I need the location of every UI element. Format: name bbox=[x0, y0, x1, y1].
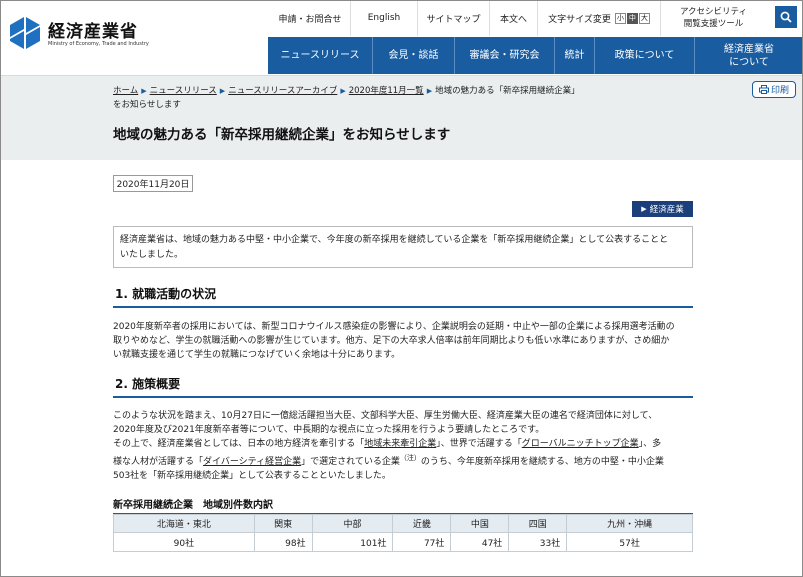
nav-policy[interactable]: 政策について bbox=[595, 37, 695, 74]
section2-p2-c: 」、多 bbox=[638, 439, 662, 449]
table-cell: 47社 bbox=[450, 532, 510, 552]
table-row: 90社 98社 101社 77社 47社 33社 57社 bbox=[113, 532, 693, 552]
section2-p2-f: のうち、今年度新卒採用を継続する、地方の中堅・中小企業 bbox=[420, 457, 664, 467]
section2-p2-b: 」、世界で活躍する「 bbox=[436, 439, 522, 449]
table-header-cell: 四国 bbox=[508, 514, 568, 533]
meti-logo[interactable]: 経済産業省 Ministry of Economy, Trade and Ind… bbox=[10, 15, 200, 55]
summary-box: 経済産業省は、地域の魅力ある中堅・中小企業で、今年度の新卒採用を継続している企業… bbox=[113, 226, 693, 268]
summary-line2: いたしました。 bbox=[120, 250, 184, 260]
section1-line3: い就職支援を通じて学生の就職につなげていく余地は十分にあります。 bbox=[113, 350, 401, 360]
accessibility-line2: 閲覧支援ツール bbox=[683, 19, 744, 29]
section1-paragraph: 2020年度新卒者の採用においては、新型コロナウイルス感染症の影響により、企業説… bbox=[113, 320, 697, 362]
section2-p2-a: その上で、経済産業省としては、日本の地方経済を牽引する「 bbox=[113, 439, 365, 449]
nav-about[interactable]: 経済産業省 について bbox=[695, 37, 803, 74]
table-cell: 90社 bbox=[113, 532, 255, 552]
breadcrumb-archive[interactable]: ニュースリリースアーカイブ bbox=[228, 86, 337, 96]
section1-heading: 1. 就職活動の状況 bbox=[113, 284, 693, 308]
table-header-cell: 近畿 bbox=[392, 514, 452, 533]
search-button[interactable] bbox=[775, 6, 797, 28]
footnote-marker[interactable]: （注） bbox=[400, 454, 421, 462]
breadcrumb-arrow-icon: ▶ bbox=[340, 87, 346, 95]
table-cell: 57社 bbox=[566, 532, 693, 552]
table-title: 新卒採用継続企業 地域別件数内訳 bbox=[113, 500, 273, 511]
nav-news[interactable]: ニュースリリース bbox=[268, 37, 373, 74]
table-header-cell: 中部 bbox=[311, 514, 394, 533]
breadcrumb-news[interactable]: ニュースリリース bbox=[150, 86, 217, 96]
logo-name: 経済産業省 bbox=[48, 22, 138, 42]
table-header-cell: 中国 bbox=[450, 514, 510, 533]
breadcrumb-arrow-icon: ▶ bbox=[426, 87, 433, 95]
table-cell: 33社 bbox=[508, 532, 568, 552]
breadcrumb-arrow-icon: ▶ bbox=[219, 87, 226, 95]
regional-breakdown-table: 北海道・東北 関東 中部 近畿 中国 四国 九州・沖縄 90社 98社 101社… bbox=[113, 514, 693, 552]
font-size-label: 文字サイズ変更 bbox=[548, 14, 611, 25]
print-label: 印刷 bbox=[770, 86, 789, 96]
sitemap-link[interactable]: サイトマップ bbox=[417, 0, 489, 36]
breadcrumb-month[interactable]: 2020年度11月一覧 bbox=[349, 86, 424, 96]
skip-to-content-link[interactable]: 本文へ bbox=[489, 0, 537, 36]
tag-arrow-icon: ▶ bbox=[641, 205, 647, 213]
english-link[interactable]: English bbox=[350, 0, 417, 36]
table-header-row: 北海道・東北 関東 中部 近畿 中国 四国 九州・沖縄 bbox=[113, 514, 693, 533]
inquiry-link[interactable]: 申請・お問合せ bbox=[270, 0, 350, 36]
meti-logo-icon bbox=[10, 17, 40, 49]
table-header-cell: 関東 bbox=[253, 514, 313, 533]
summary-line1: 経済産業省は、地域の魅力ある中堅・中小企業で、今年度の新卒採用を継続している企業… bbox=[120, 235, 669, 245]
section2-p1-line1: このような状況を踏まえ、10月27日に一億総活躍担当大臣、文部科学大臣、厚生労働… bbox=[113, 411, 658, 421]
nav-about-line2: について bbox=[729, 56, 769, 68]
breadcrumb-current-cont: をお知らせします bbox=[113, 100, 181, 110]
table-header-cell: 北海道・東北 bbox=[113, 514, 255, 533]
page-title: 地域の魅力ある「新卒採用継続企業」をお知らせします bbox=[113, 127, 451, 143]
link-diversity-management[interactable]: ダイバーシティ経営企業 bbox=[203, 457, 301, 467]
table-cell: 101社 bbox=[311, 532, 394, 552]
font-size-control: 文字サイズ変更 小 中 大 bbox=[537, 0, 660, 36]
nav-stats[interactable]: 統計 bbox=[555, 37, 595, 74]
font-size-medium-button[interactable]: 中 bbox=[626, 12, 638, 24]
section2-p2-e: 」で選定されている企業 bbox=[301, 457, 400, 467]
main-navigation: ニュースリリース 会見・談話 審議会・研究会 統計 政策について 経済産業省 につ… bbox=[268, 37, 803, 74]
section2-paragraph1: このような状況を踏まえ、10月27日に一億総活躍担当大臣、文部科学大臣、厚生労働… bbox=[113, 409, 697, 437]
font-size-small-button[interactable]: 小 bbox=[614, 12, 626, 24]
table-cell: 98社 bbox=[253, 532, 313, 552]
section2-p1-line2: 2020年度及び2021年度新卒者等について、中長期的な視点に立った採用を行うよ… bbox=[113, 425, 545, 435]
release-date: 2020年11月20日 bbox=[113, 175, 193, 192]
nav-press[interactable]: 会見・談話 bbox=[373, 37, 455, 74]
breadcrumb: ホーム ▶ ニュースリリース ▶ ニュースリリースアーカイブ ▶ 2020年度11月一覧 ▶ 地… bbox=[113, 84, 633, 112]
category-tag[interactable]: ▶ 経済産業 bbox=[632, 201, 693, 217]
section1-line1: 2020年度新卒者の採用においては、新型コロナウイルス感染症の影響により、企業説… bbox=[113, 322, 675, 332]
section2-heading: 2. 施策概要 bbox=[113, 374, 693, 398]
breadcrumb-home[interactable]: ホーム bbox=[113, 86, 138, 96]
search-icon bbox=[780, 11, 792, 23]
link-regional-future-companies[interactable]: 地域未来牽引企業 bbox=[364, 439, 436, 449]
logo-subtitle: Ministry of Economy, Trade and Industry bbox=[48, 41, 149, 47]
table-cell: 77社 bbox=[392, 532, 452, 552]
section2-paragraph2: その上で、経済産業省としては、日本の地方経済を牽引する「地域未来牽引企業」、世界… bbox=[113, 437, 697, 483]
breadcrumb-current: 地域の魅力ある「新卒採用継続企業」 bbox=[435, 86, 580, 96]
table-header-cell: 九州・沖縄 bbox=[566, 514, 693, 533]
accessibility-line1: アクセシビリティ bbox=[679, 7, 748, 17]
category-tag-label: 経済産業 bbox=[649, 205, 684, 215]
section2-p2-d: 様な人材が活躍する「 bbox=[113, 457, 204, 467]
font-size-large-button[interactable]: 大 bbox=[638, 12, 650, 24]
print-button[interactable]: 印刷 bbox=[752, 81, 796, 98]
section2-p2-g: 503社を「新卒採用継続企業」として公表することといたしました。 bbox=[113, 471, 391, 481]
breadcrumb-arrow-icon: ▶ bbox=[141, 87, 147, 95]
link-global-niche-top[interactable]: グローバルニッチトップ企業 bbox=[522, 439, 639, 449]
accessibility-link[interactable]: アクセシビリティ 閲覧支援ツール bbox=[660, 0, 766, 36]
font-size-buttons: 小 中 大 bbox=[614, 12, 650, 24]
nav-about-line1: 経済産業省 bbox=[724, 43, 774, 55]
nav-council[interactable]: 審議会・研究会 bbox=[455, 37, 555, 74]
section1-line2: 取りやめなど、学生の就職活動への影響が生じています。他方、足下の大卒求人倍率は前… bbox=[113, 336, 670, 346]
printer-icon bbox=[758, 85, 769, 94]
title-band: ホーム ▶ ニュースリリース ▶ ニュースリリースアーカイブ ▶ 2020年度11月一覧 ▶ 地… bbox=[0, 75, 803, 160]
site-header: 経済産業省 Ministry of Economy, Trade and Ind… bbox=[0, 0, 803, 75]
